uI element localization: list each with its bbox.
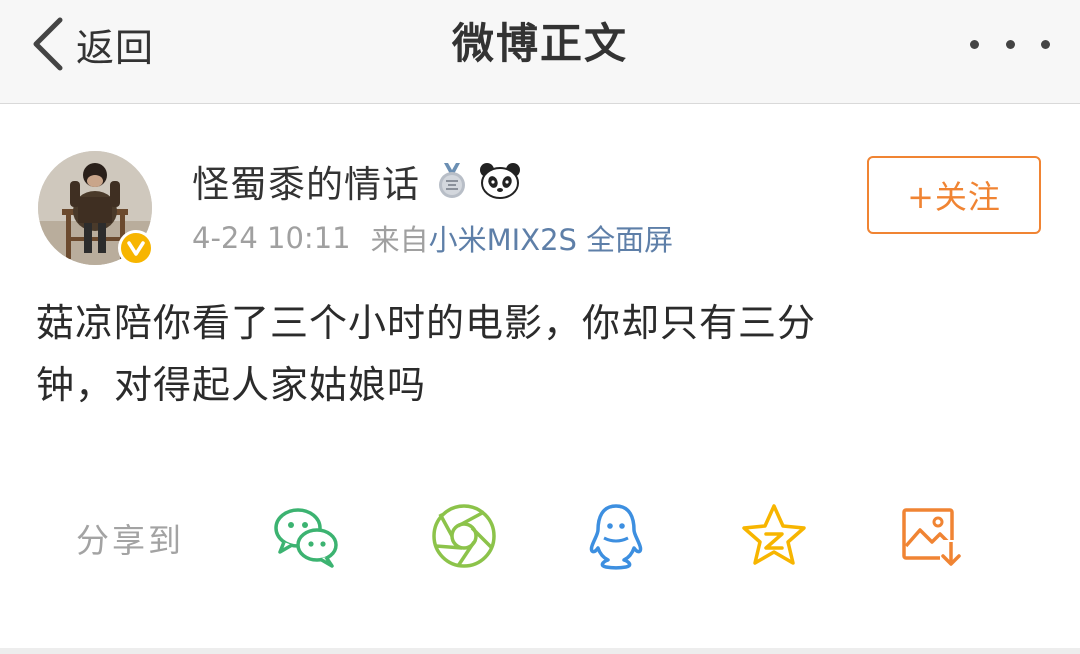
post-text-line: 菇凉陪你看了三个小时的电影，你却只有三分 (36, 301, 817, 345)
wechat-icon[interactable] (270, 500, 342, 572)
post-content: 菇凉陪你看了三个小时的电影，你却只有三分 钟，对得起人家姑娘吗 (36, 292, 996, 416)
post-source-device[interactable]: 小米MIX2S 全面屏 (429, 217, 674, 259)
follow-button[interactable]: +关注 (867, 156, 1041, 234)
medal-icon[interactable] (434, 161, 470, 201)
username-row: 怪蜀黍的情话 (192, 156, 522, 206)
share-bar: 分享到 (0, 492, 1080, 582)
more-dots-icon (1005, 39, 1015, 49)
more-dots-icon (1041, 39, 1050, 49)
post-text-line: 钟，对得起人家姑娘吗 (36, 363, 427, 407)
username[interactable]: 怪蜀黍的情话 (192, 154, 420, 208)
top-nav-bar: 返回 微博正文 (0, 0, 1080, 104)
panda-icon[interactable] (478, 161, 522, 201)
post-source-label: 来自 (370, 223, 429, 257)
post-time: 4-24 10:11 (192, 221, 351, 255)
post-card: 怪蜀黍的情话 4-24 10:11 来自 小米MIX2S 全面屏 +关注 菇凉陪… (0, 104, 1080, 648)
post-meta: 4-24 10:11 来自 小米MIX2S 全面屏 (192, 216, 673, 260)
more-dots-icon (970, 39, 979, 49)
qq-icon[interactable] (580, 500, 652, 572)
verified-v-icon (118, 230, 154, 266)
save-image-icon[interactable] (896, 500, 968, 572)
moments-icon[interactable] (428, 500, 500, 572)
page-title: 微博正文 (451, 19, 628, 68)
bottom-divider (0, 648, 1080, 654)
qzone-icon[interactable] (738, 500, 810, 572)
share-label: 分享到 (76, 521, 184, 560)
more-options-button[interactable] (970, 26, 1050, 62)
